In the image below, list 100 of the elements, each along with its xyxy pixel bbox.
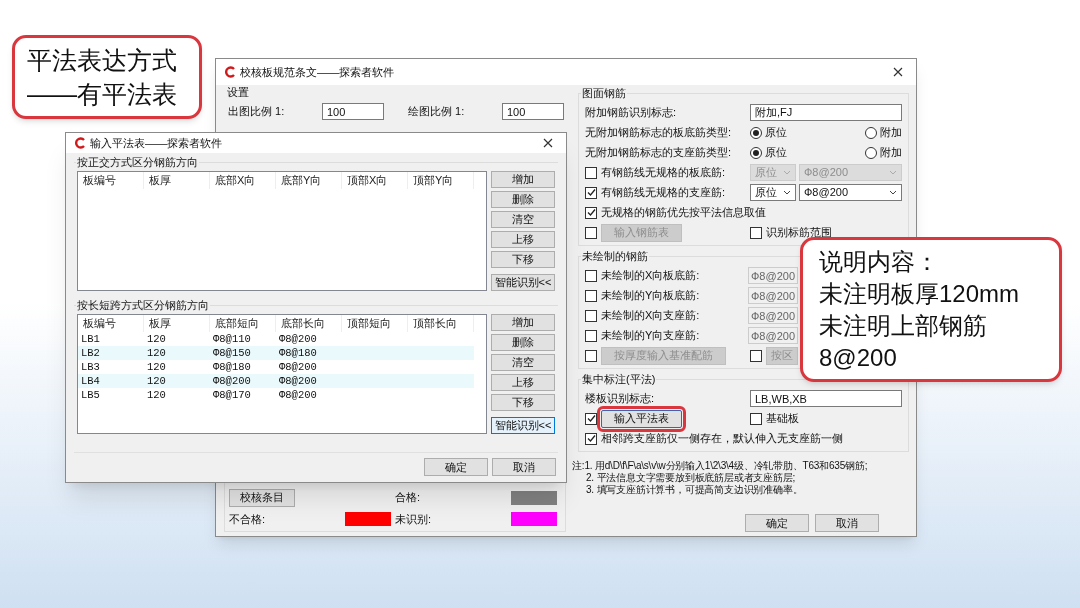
button[interactable]: 上移 <box>491 231 555 248</box>
legend-label: 不合格: <box>229 511 266 527</box>
column-header: 板编号 <box>78 315 144 332</box>
field-label: 绘图比例 1: <box>408 104 466 120</box>
button[interactable]: 智能识别<< <box>491 417 555 434</box>
group-title: 设置 <box>226 85 250 99</box>
checkbox-label: 无规格的钢筋优先按平法信息取值 <box>601 205 766 221</box>
button[interactable]: 清空 <box>491 211 555 228</box>
radio-label: 附加 <box>880 125 902 141</box>
field-label: 无附加钢筋标志的板底筋类型: <box>585 125 733 141</box>
table-cell-text: LB1 <box>80 332 101 346</box>
input-field[interactable]: 100 <box>502 103 564 120</box>
group-title: 图面钢筋 <box>581 86 627 100</box>
field-label: 附加钢筋识别标志: <box>585 105 678 121</box>
note-text: 2. 平法信息文字需要放到板底筋层或者支座筋层; <box>585 472 797 484</box>
button[interactable]: 确定 <box>424 458 488 476</box>
window-title: 输入平法表——探索者软件 <box>90 135 223 151</box>
table-cell-text: Ф8@200 <box>278 374 318 388</box>
table-cell-text: Ф8@150 <box>212 346 252 360</box>
table-cell-text: Ф8@180 <box>212 360 252 374</box>
callout-text: 未注明上部钢筋 <box>819 310 988 341</box>
group-title: 按正交方式区分钢筋方向 <box>76 155 199 169</box>
app-logo-icon <box>74 137 86 149</box>
column-header: 底部长向 <box>276 315 342 332</box>
radio-label: 原位 <box>765 125 787 141</box>
button[interactable]: 删除 <box>491 334 555 351</box>
table-cell-text: 120 <box>146 388 167 402</box>
button[interactable]: 增加 <box>491 314 555 331</box>
legend-label: 未识别: <box>395 511 432 527</box>
checkbox-label: 未绘制的Y向支座筋: <box>601 328 700 344</box>
legend-label: 合格: <box>395 490 421 506</box>
checkbox[interactable] <box>750 226 762 239</box>
column-header: 顶部短向 <box>342 315 408 332</box>
table-cell-text: Ф8@200 <box>212 374 252 388</box>
table-cell-text: LB4 <box>80 374 101 388</box>
button[interactable]: 下移 <box>491 394 555 411</box>
radio-button[interactable] <box>750 146 762 159</box>
button[interactable]: 取消 <box>492 458 556 476</box>
input-field[interactable]: LB,WB,XB <box>750 390 902 407</box>
table-cell-text: Ф8@180 <box>278 346 318 360</box>
input-field[interactable]: 100 <box>322 103 384 120</box>
column-header: 板厚 <box>144 315 210 332</box>
caret-icon <box>889 170 897 175</box>
field-label: 楼板识别标志: <box>585 391 656 407</box>
table-cell-text: Ф8@200 <box>278 332 318 346</box>
checkbox-label: 未绘制的X向支座筋: <box>601 308 700 324</box>
button[interactable]: 删除 <box>491 191 555 208</box>
checkbox[interactable] <box>585 166 597 179</box>
group-title: 集中标注(平法) <box>581 372 657 386</box>
checkbox-label: 相邻跨支座筋仅一侧存在，默认伸入无支座筋一侧 <box>601 431 843 447</box>
checkbox[interactable] <box>585 432 597 445</box>
checkbox[interactable] <box>585 186 597 199</box>
column-header: 底部Y向 <box>276 172 342 189</box>
note-text: 注:1. 用d\D\f\F\a\s\v\w分别输入1\2\3\4级、冷轧带肋、T63和635钢筋; <box>572 460 869 472</box>
radio-label: 原位 <box>765 145 787 161</box>
app-logo-icon <box>224 66 236 78</box>
column-header: 板编号 <box>78 172 144 189</box>
button[interactable]: 确定 <box>745 514 809 532</box>
dropdown[interactable]: 原位 <box>750 184 796 201</box>
table-cell-text: Ф8@200 <box>278 388 318 402</box>
table-cell-text: LB3 <box>80 360 101 374</box>
radio-label: 附加 <box>880 145 902 161</box>
input-field[interactable]: 附加,FJ <box>750 104 902 121</box>
button[interactable]: 取消 <box>815 514 879 532</box>
table-cell-text: 120 <box>146 346 167 360</box>
button[interactable]: 校核条目 <box>229 488 295 507</box>
callout-text: 未注明板厚120mm <box>819 278 1021 309</box>
group-title: 未绘制的钢筋 <box>581 249 649 263</box>
column-header: 顶部X向 <box>342 172 408 189</box>
callout-text: 平法表达方式 <box>27 45 178 76</box>
checkbox-label: 有钢筋线无规格的板底筋: <box>601 165 726 181</box>
button[interactable]: 清空 <box>491 354 555 371</box>
column-header: 板厚 <box>144 172 210 189</box>
column-header: 底部短向 <box>210 315 276 332</box>
checkbox-label: 有钢筋线无规格的支座筋: <box>601 185 726 201</box>
checkbox[interactable] <box>585 206 597 219</box>
radio-button[interactable] <box>865 126 877 139</box>
table-cell-text: LB2 <box>80 346 101 360</box>
checkbox[interactable] <box>750 412 762 425</box>
dropdown[interactable]: Ф8@200 <box>799 184 902 201</box>
checkbox[interactable] <box>585 412 597 425</box>
radio-button[interactable] <box>750 126 762 139</box>
caret-icon <box>783 190 791 195</box>
callout-text: 8@200 <box>819 342 898 373</box>
radio-button[interactable] <box>865 146 877 159</box>
table-cell-text: 120 <box>146 360 167 374</box>
button[interactable]: 上移 <box>491 374 555 391</box>
group-title: 按长短跨方式区分钢筋方向 <box>76 298 210 312</box>
table-cell-text: Ф8@110 <box>212 332 252 346</box>
checkbox-label: 未绘制的X向板底筋: <box>601 268 700 284</box>
field-label: 出图比例 1: <box>228 104 286 120</box>
note-text: 3. 填写支座筋计算书，可提高简支边识别准确率。 <box>585 484 804 496</box>
button[interactable]: 增加 <box>491 171 555 188</box>
button[interactable]: 智能识别<< <box>491 274 555 291</box>
table-cell-text: Ф8@200 <box>278 360 318 374</box>
button[interactable]: 下移 <box>491 251 555 268</box>
column-header: 顶部长向 <box>408 315 474 332</box>
column-header: 底部X向 <box>210 172 276 189</box>
close-icon <box>893 67 903 77</box>
close-icon <box>543 138 553 148</box>
